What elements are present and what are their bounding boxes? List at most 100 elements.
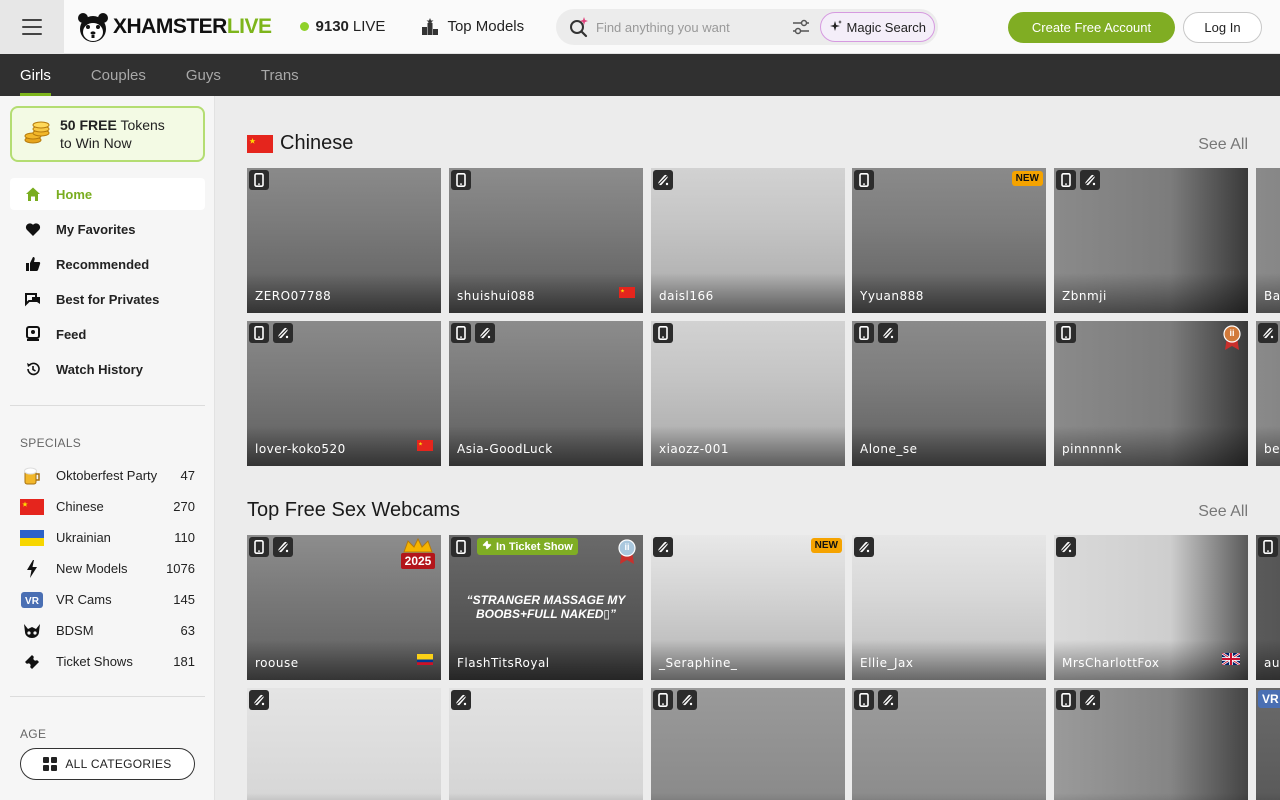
model-card[interactable]: In Ticket Show “STRANGER MASSAGE MY BOOBS…	[449, 535, 643, 680]
vr-badge: VR	[1258, 690, 1280, 708]
card-badges	[854, 537, 874, 557]
model-name: daisl166	[659, 289, 714, 303]
sidebar-item-feed[interactable]: Feed	[10, 318, 205, 350]
mobile-icon	[451, 537, 471, 557]
promo-text: 50 FREE Tokens to Win Now	[60, 117, 165, 151]
model-card[interactable]: lover-koko520	[247, 321, 441, 466]
card-badges	[653, 690, 697, 710]
sidebar-item-home[interactable]: Home	[10, 178, 205, 210]
model-card[interactable]: VR	[1256, 688, 1280, 800]
login-button[interactable]: Log In	[1183, 12, 1262, 43]
model-card[interactable]: Ellie_Jax	[852, 535, 1046, 680]
ukraine-flag-icon	[20, 529, 44, 546]
section-title-text: Top Free Sex Webcams	[247, 499, 461, 521]
model-card[interactable]: daisl166	[651, 168, 845, 313]
all-categories-button[interactable]: ALL CATEGORIES	[20, 748, 195, 780]
interactive-toy-icon	[273, 537, 293, 557]
medal-icon: ii	[1222, 325, 1242, 351]
model-card[interactable]: shuishui088	[449, 168, 643, 313]
special-count: 145	[173, 592, 195, 607]
site-logo[interactable]: XHAMSTERLIVE	[76, 0, 272, 54]
tab-couples[interactable]: Couples	[91, 54, 146, 96]
magic-search-button[interactable]: Magic Search	[819, 12, 935, 42]
tab-girls[interactable]: Girls	[20, 54, 51, 96]
card-shade	[449, 793, 643, 800]
china-flag-icon	[20, 498, 44, 515]
model-card[interactable]	[852, 688, 1046, 800]
sidebar-item-watch-history[interactable]: Watch History	[10, 353, 205, 385]
special-oktoberfest[interactable]: Oktoberfest Party 47	[10, 460, 205, 491]
mobile-icon	[1056, 690, 1076, 710]
model-card[interactable]: MrsCharlottFox	[1054, 535, 1248, 680]
search-input[interactable]	[596, 19, 786, 35]
sidebar-item-favorites[interactable]: My Favorites	[10, 213, 205, 245]
model-name: Yyuan888	[860, 289, 924, 303]
tab-trans[interactable]: Trans	[261, 54, 299, 96]
filter-sliders-icon[interactable]	[790, 16, 812, 38]
model-card[interactable]: Alone_se	[852, 321, 1046, 466]
model-card[interactable]: NEW Yyuan888	[852, 168, 1046, 313]
model-card[interactable]: be	[1256, 321, 1280, 466]
logo-text: XHAMSTERLIVE	[113, 14, 272, 38]
model-card[interactable]: NEW _Seraphine_	[651, 535, 845, 680]
special-ukrainian[interactable]: Ukrainian 110	[10, 522, 205, 553]
top-models-link[interactable]: Top Models	[421, 17, 524, 36]
hamburger-menu-icon[interactable]	[0, 0, 64, 54]
see-all-top-free-link[interactable]: See All	[1198, 503, 1248, 521]
create-account-button[interactable]: Create Free Account	[1008, 12, 1175, 43]
model-card[interactable]	[247, 688, 441, 800]
interactive-toy-icon	[653, 170, 673, 190]
medal-rank: ii	[1229, 328, 1235, 338]
ticket-show-badge: In Ticket Show	[477, 538, 578, 555]
special-new-models[interactable]: New Models 1076	[10, 553, 205, 584]
sidebar-item-best-privates[interactable]: Best for Privates	[10, 283, 205, 315]
mobile-icon	[249, 537, 269, 557]
model-card[interactable]: Zbnmji	[1054, 168, 1248, 313]
model-card[interactable]: ZERO07788	[247, 168, 441, 313]
card-shade	[1256, 793, 1280, 800]
special-label: VR Cams	[56, 592, 112, 607]
model-name: Asia-GoodLuck	[457, 442, 553, 456]
card-badges	[854, 170, 874, 190]
model-card[interactable]	[449, 688, 643, 800]
interactive-toy-icon	[249, 690, 269, 710]
interactive-toy-icon	[878, 690, 898, 710]
country-flag-icon	[1221, 652, 1241, 670]
model-name: Ellie_Jax	[860, 656, 914, 670]
interactive-toy-icon	[273, 323, 293, 343]
model-card[interactable]: Asia-GoodLuck	[449, 321, 643, 466]
crown-award-icon: 2025	[399, 537, 437, 570]
model-card[interactable]	[1054, 688, 1248, 800]
sidebar: 50 FREE Tokens to Win Now Home My Favori…	[0, 96, 215, 800]
special-ticket-shows[interactable]: Ticket Shows 181	[10, 646, 205, 677]
chat-icon	[25, 293, 40, 307]
special-bdsm[interactable]: BDSM 63	[10, 615, 205, 646]
model-name: MrsCharlottFox	[1062, 656, 1160, 670]
specials-heading: SPECIALS	[20, 436, 82, 450]
tab-guys[interactable]: Guys	[186, 54, 221, 96]
card-badges	[249, 537, 293, 557]
magic-search-label: Magic Search	[846, 19, 926, 35]
model-card[interactable]: au	[1256, 535, 1280, 680]
see-all-chinese-link[interactable]: See All	[1198, 136, 1248, 154]
special-label: Ticket Shows	[56, 654, 133, 669]
model-card[interactable]: 2025 roouse	[247, 535, 441, 680]
free-tokens-promo[interactable]: 50 FREE Tokens to Win Now	[10, 106, 205, 162]
crown-year: 2025	[404, 554, 432, 568]
model-card[interactable]	[651, 688, 845, 800]
model-card[interactable]: Ba	[1256, 168, 1280, 313]
card-badges	[1056, 690, 1100, 710]
svg-text:VR: VR	[25, 596, 40, 607]
sidebar-item-label: Home	[56, 186, 93, 202]
special-vr-cams[interactable]: VR VR Cams 145	[10, 584, 205, 615]
special-chinese[interactable]: Chinese 270	[10, 491, 205, 522]
sidebar-item-label: Recommended	[56, 256, 150, 272]
mobile-icon	[1258, 537, 1278, 557]
search-icon[interactable]	[568, 16, 590, 38]
model-card[interactable]: ii pinnnnnk	[1054, 321, 1248, 466]
sparkle-icon	[829, 20, 842, 31]
sidebar-item-recommended[interactable]: Recommended	[10, 248, 205, 280]
sidebar-item-label: My Favorites	[56, 221, 136, 237]
model-card[interactable]: xiaozz-001	[651, 321, 845, 466]
room-topic: “STRANGER MASSAGE MY BOOBS+FULL NAKED▯”	[466, 593, 626, 621]
